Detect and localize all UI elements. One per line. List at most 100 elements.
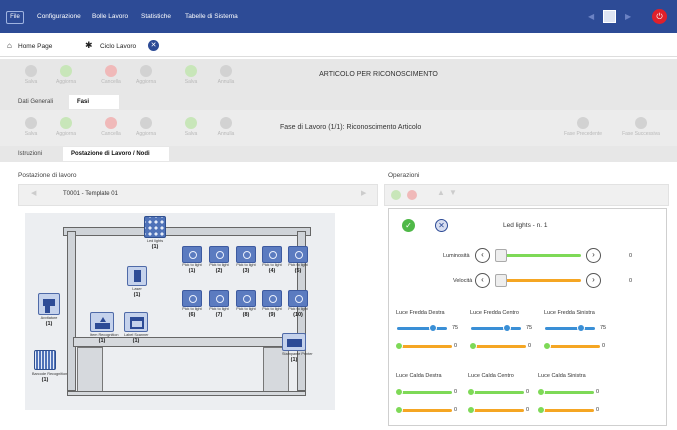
node-item-recognition[interactable]: Item Recognition (1): [90, 312, 119, 344]
pick-to-light-icon: [209, 246, 229, 263]
calda-centro-orange-slider[interactable]: [469, 409, 524, 412]
calda-destra-orange-thumb[interactable]: [395, 406, 403, 414]
tab-ciclo-lavoro[interactable]: Ciclo Lavoro: [100, 43, 136, 50]
tab-fasi[interactable]: Fasi: [69, 95, 119, 109]
calda-centro-orange-thumb[interactable]: [467, 406, 475, 414]
fredda-sinistra-orange-value: 0: [602, 343, 606, 349]
pick-to-light-icon: [262, 246, 282, 263]
tab-istruzioni[interactable]: Istruzioni: [18, 147, 42, 161]
calda-sinistra-orange-thumb[interactable]: [537, 406, 545, 414]
confirm-fase-button[interactable]: Salva: [180, 117, 202, 139]
fredda-destra-orange-slider[interactable]: [397, 345, 452, 348]
device-name: Led lights - n. 1: [503, 222, 548, 229]
delete-fase-button[interactable]: Cancella: [100, 117, 122, 139]
toolbar-fase: Salva Aggiorna Cancella Aggiorna Salva A…: [0, 110, 677, 146]
check-icon[interactable]: ✓: [402, 219, 415, 232]
operation-panel: ✓ ✕ Led lights - n. 1 Luminosità ‹ › 0 V…: [388, 208, 667, 426]
tab-home-page[interactable]: Home Page: [18, 43, 52, 50]
back-arrow-icon[interactable]: ◀: [588, 12, 594, 21]
menu-statistiche[interactable]: Statistiche: [141, 0, 171, 33]
next-phase-button[interactable]: Fase Successiva: [622, 117, 660, 139]
fredda-destra-blue-slider[interactable]: [397, 327, 447, 330]
fredda-centro-blue-thumb[interactable]: [503, 324, 511, 332]
velocita-thumb[interactable]: [495, 274, 507, 287]
node-pick-to-light[interactable]: Pick to light (10): [287, 290, 309, 322]
calda-sinistra-green-thumb[interactable]: [537, 388, 545, 396]
node-pick-to-light[interactable]: Pick to light (7): [208, 290, 230, 322]
fredda-sinistra-orange-slider[interactable]: [545, 345, 600, 348]
forward-arrow-icon[interactable]: ▶: [625, 12, 631, 21]
subtabs-fase: Istruzioni Postazione di Lavoro / Nodi: [0, 146, 677, 162]
close-icon[interactable]: ✕: [435, 219, 448, 232]
node-pick-to-light[interactable]: Pick to light (4): [261, 246, 283, 278]
delete-op-icon[interactable]: [407, 190, 417, 200]
node-label-scanner[interactable]: Label Scanner (1): [124, 312, 149, 344]
refresh-fase-button[interactable]: Aggiorna: [55, 117, 77, 139]
pick-to-light-icon: [288, 246, 308, 263]
fredda-destra-blue-thumb[interactable]: [429, 324, 437, 332]
node-avvitatore[interactable]: Avvitatore (1): [38, 293, 60, 327]
pick-to-light-icon: [182, 290, 202, 307]
velocita-decrease-button[interactable]: ‹: [475, 273, 490, 288]
power-icon[interactable]: ⏻: [652, 9, 667, 24]
node-barcode[interactable]: Barcode Recognition (1): [32, 350, 67, 383]
fredda-centro-orange-slider[interactable]: [471, 345, 526, 348]
cancel-fase-button[interactable]: Annulla: [215, 117, 237, 139]
fredda-sinistra-blue-thumb[interactable]: [577, 324, 585, 332]
move-down-icon[interactable]: ▼: [449, 188, 457, 197]
toolbar-articolo: Salva Aggiorna Cancella Aggiorna Salva A…: [0, 59, 677, 92]
calda-centro-green-thumb[interactable]: [467, 388, 475, 396]
previous-phase-button[interactable]: Fase Precedente: [564, 117, 602, 139]
node-led-lights[interactable]: Led lights (1): [142, 216, 168, 250]
save-fase-button[interactable]: Salva: [20, 117, 42, 139]
luminosita-thumb[interactable]: [495, 249, 507, 262]
fredda-destra-orange-thumb[interactable]: [395, 342, 403, 350]
label-scanner-icon: [124, 312, 148, 332]
confirm-op-icon[interactable]: [391, 190, 401, 200]
node-laser[interactable]: Laser (1): [126, 266, 148, 298]
frame-top-bar: [63, 227, 311, 236]
menu-configurazione[interactable]: Configurazione: [37, 0, 81, 33]
item-recognition-icon: [90, 312, 114, 332]
node-printer[interactable]: Stampante Printer (1): [282, 333, 313, 365]
node-pick-to-light[interactable]: Pick to light (9): [261, 290, 283, 322]
calda-sinistra-green-slider[interactable]: [539, 391, 594, 394]
file-menu[interactable]: File: [6, 11, 24, 24]
calda-destra-green-slider[interactable]: [397, 391, 452, 394]
fredda-centro-blue-slider[interactable]: [471, 327, 521, 330]
node-pick-to-light[interactable]: Pick to light (5): [287, 246, 309, 278]
fredda-sinistra-orange-thumb[interactable]: [543, 342, 551, 350]
luminosita-slider[interactable]: [497, 254, 581, 257]
fredda-sinistra-blue-slider[interactable]: [545, 327, 595, 330]
menu-bolle-lavoro[interactable]: Bolle Lavoro: [92, 0, 128, 33]
node-pick-to-light[interactable]: Pick to light (6): [181, 290, 203, 322]
luminosita-increase-button[interactable]: ›: [586, 248, 601, 263]
menu-tabelle-di-sistema[interactable]: Tabelle di Sistema: [185, 0, 238, 33]
next-template-icon[interactable]: ▶: [361, 189, 366, 197]
velocita-slider[interactable]: [497, 279, 581, 282]
luce-calda-destra-label: Luce Calda Destra: [396, 373, 442, 379]
node-pick-to-light[interactable]: Pick to light (3): [235, 246, 257, 278]
calda-sinistra-orange-value: 0: [596, 407, 600, 413]
calda-destra-orange-slider[interactable]: [397, 409, 452, 412]
pick-to-light-icon: [236, 246, 256, 263]
calda-destra-green-thumb[interactable]: [395, 388, 403, 396]
tab-dati-generali[interactable]: Dati Generali: [18, 95, 53, 109]
move-up-icon[interactable]: ▲: [437, 188, 445, 197]
tab-postazione-nodi[interactable]: Postazione di Lavoro / Nodi: [63, 147, 169, 161]
update-fase-button[interactable]: Aggiorna: [135, 117, 157, 139]
calda-sinistra-orange-slider[interactable]: [539, 409, 594, 412]
luce-fredda-destra-label: Luce Fredda Destra: [396, 310, 445, 316]
prev-template-icon[interactable]: ◀: [31, 189, 36, 197]
calda-centro-green-slider[interactable]: [469, 391, 524, 394]
template-selector[interactable]: ◀ T0001 - Template 01 ▶: [18, 184, 378, 206]
luce-calda-centro-label: Luce Calda Centro: [468, 373, 514, 379]
node-pick-to-light[interactable]: Pick to light (1): [181, 246, 203, 278]
velocita-increase-button[interactable]: ›: [586, 273, 601, 288]
node-pick-to-light[interactable]: Pick to light (8): [235, 290, 257, 322]
fredda-centro-orange-thumb[interactable]: [469, 342, 477, 350]
close-tab-icon[interactable]: ✕: [148, 40, 159, 51]
luminosita-decrease-button[interactable]: ‹: [475, 248, 490, 263]
calda-destra-orange-value: 0: [454, 407, 458, 413]
node-pick-to-light[interactable]: Pick to light (2): [208, 246, 230, 278]
